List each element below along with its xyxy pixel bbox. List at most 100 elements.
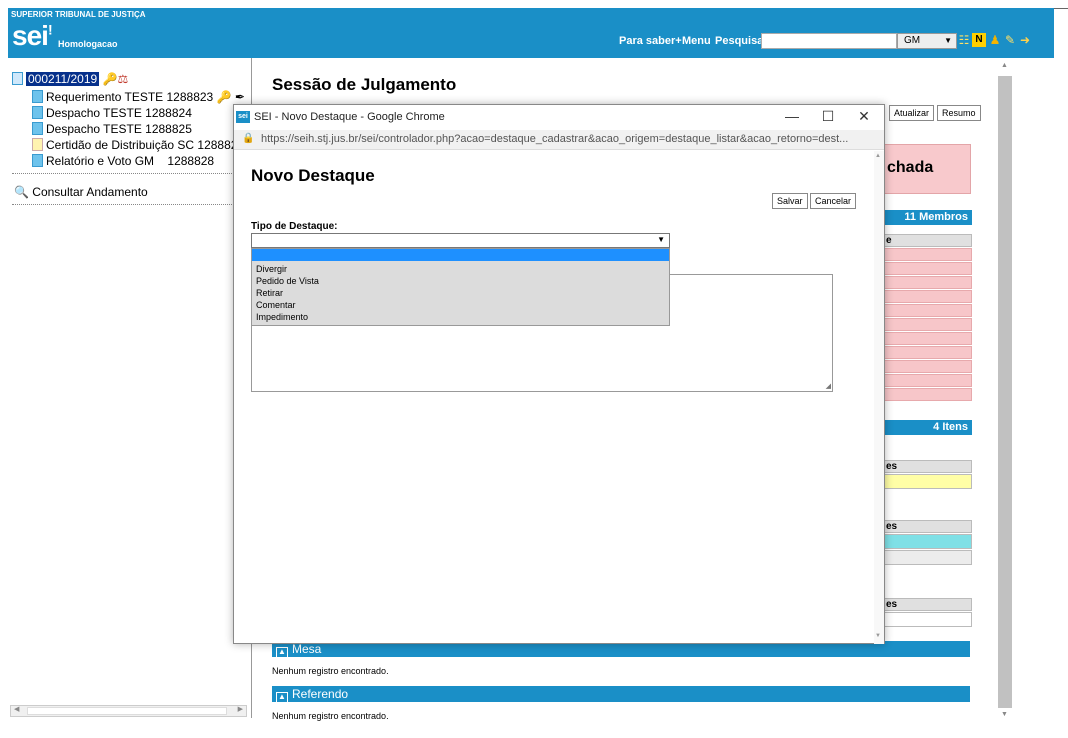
- user-icon[interactable]: ♟: [988, 33, 1002, 47]
- empty-message: Nenhum registro encontrado.: [272, 711, 389, 721]
- empty-message: Nenhum registro encontrado.: [272, 666, 389, 676]
- item-row: [884, 550, 972, 565]
- collapse-icon[interactable]: ▲: [276, 692, 288, 703]
- unit-select[interactable]: GM ▼: [897, 33, 957, 49]
- sei-logo[interactable]: sei!: [12, 20, 53, 52]
- member-row: [884, 374, 972, 387]
- scroll-down-icon[interactable]: ▼: [1001, 711, 1008, 718]
- highlight-type-options: Divergir Pedido de Vista Retirar Comenta…: [251, 248, 670, 326]
- sei-favicon: sei: [236, 111, 250, 123]
- tree-item[interactable]: Relatório e Voto GM 1288828: [32, 154, 214, 168]
- magnifier-icon: 🔍: [14, 185, 29, 199]
- member-row: [884, 290, 972, 303]
- notification-icon[interactable]: N: [972, 33, 986, 47]
- member-row: [884, 304, 972, 317]
- option-retirar[interactable]: Retirar: [252, 287, 669, 299]
- window-title: SEI - Novo Destaque - Google Chrome: [254, 111, 445, 123]
- column-header: es: [884, 520, 972, 533]
- tree-item[interactable]: Certidão de Distribuição SC 128882: [32, 138, 237, 152]
- summary-button[interactable]: Resumo: [937, 105, 981, 121]
- divider: [12, 204, 248, 205]
- nav-menu[interactable]: Menu: [682, 35, 711, 47]
- horizontal-scrollbar[interactable]: ◀ ▶: [10, 705, 247, 717]
- scroll-up-icon[interactable]: ▲: [1001, 62, 1008, 69]
- tree-item[interactable]: Requerimento TESTE 1288823 🔑 ✒: [32, 90, 245, 104]
- tools-icon[interactable]: ✎: [1003, 33, 1017, 47]
- folder-icon: [12, 72, 23, 85]
- close-icon[interactable]: ✕: [854, 108, 874, 125]
- collapse-icon[interactable]: ▲: [276, 647, 288, 658]
- member-row: [884, 248, 972, 261]
- document-icon: [32, 90, 43, 103]
- dialog-title: Novo Destaque: [251, 166, 375, 185]
- exit-icon[interactable]: ➜: [1018, 33, 1032, 47]
- nav-para-saber[interactable]: Para saber+: [619, 35, 682, 47]
- lock-icon: 🔒: [242, 133, 255, 144]
- item-row: [884, 534, 972, 549]
- option-pedido-de-vista[interactable]: Pedido de Vista: [252, 275, 669, 287]
- section-referendo[interactable]: ▲ Referendo: [272, 686, 970, 703]
- dialog-titlebar[interactable]: sei SEI - Novo Destaque - Google Chrome …: [234, 105, 884, 130]
- members-header: 11 Membros: [884, 210, 972, 225]
- highlight-type-label: Tipo de Destaque:: [251, 221, 338, 232]
- scroll-down-icon[interactable]: ▼: [875, 633, 881, 639]
- page-title: Sessão de Julgamento: [272, 75, 457, 94]
- document-icon: [32, 106, 43, 119]
- search-input[interactable]: [761, 33, 897, 49]
- tree-item[interactable]: Despacho TESTE 1288824: [32, 106, 192, 120]
- judge-icon: ⚖: [117, 72, 129, 86]
- minimize-icon[interactable]: —: [782, 108, 802, 124]
- org-name: SUPERIOR TRIBUNAL DE JUSTIÇA: [11, 10, 146, 19]
- member-row: [884, 346, 972, 359]
- scroll-thumb[interactable]: [27, 707, 227, 715]
- window-edge: [1054, 8, 1068, 9]
- consult-link[interactable]: 🔍 Consultar Andamento: [14, 185, 148, 199]
- item-row: [884, 474, 972, 489]
- member-row: [884, 388, 972, 401]
- column-header: es: [884, 598, 972, 611]
- session-status: chada: [884, 144, 971, 194]
- maximize-icon[interactable]: ☐: [818, 108, 838, 125]
- pen-icon: ✒: [234, 90, 245, 104]
- save-button[interactable]: Salvar: [772, 193, 808, 209]
- option-divergir[interactable]: Divergir: [252, 263, 669, 275]
- members-column-header: e: [884, 234, 972, 247]
- vertical-scrollbar[interactable]: ▲ ▼: [998, 62, 1012, 722]
- address-bar[interactable]: 🔒 https://seih.stj.jus.br/sei/controlado…: [234, 130, 884, 150]
- key-icon: 🔑: [102, 72, 118, 86]
- option-impedimento[interactable]: Impedimento: [252, 311, 669, 323]
- column-header: es: [884, 460, 972, 473]
- member-row: [884, 262, 972, 275]
- key-icon: 🔑: [216, 90, 232, 104]
- scroll-thumb[interactable]: [998, 76, 1012, 708]
- environment-label: Homologacao: [58, 39, 118, 49]
- update-button[interactable]: Atualizar: [889, 105, 935, 121]
- document-icon: [32, 122, 43, 135]
- dialog-scrollbar[interactable]: ▲ ▼: [874, 151, 884, 644]
- cancel-button[interactable]: Cancelar: [810, 193, 857, 209]
- process-tree: 000211/2019 🔑⚖ Requerimento TESTE 128882…: [8, 58, 252, 718]
- list-icon[interactable]: ☷: [957, 33, 971, 47]
- scroll-left-icon[interactable]: ◀: [14, 705, 19, 713]
- member-row: [884, 318, 972, 331]
- dialog-body: Novo Destaque Salvar Cancelar Tipo de De…: [234, 151, 874, 644]
- chevron-down-icon: ▼: [657, 235, 665, 244]
- tree-process[interactable]: 000211/2019 🔑⚖: [12, 72, 128, 86]
- member-row: [884, 276, 972, 289]
- app-header: SUPERIOR TRIBUNAL DE JUSTIÇA sei! Homolo…: [8, 8, 1054, 58]
- highlight-type-select[interactable]: ▼: [251, 233, 670, 248]
- url-text[interactable]: https://seih.stj.jus.br/sei/controlador.…: [261, 133, 848, 145]
- nav-pesquisa[interactable]: Pesquisa: [715, 35, 763, 47]
- resize-grip-icon[interactable]: ◢: [826, 382, 831, 390]
- option-empty[interactable]: [252, 249, 669, 261]
- document-icon: [32, 154, 43, 167]
- scroll-up-icon[interactable]: ▲: [875, 153, 881, 159]
- divider: [12, 173, 248, 174]
- member-row: [884, 332, 972, 345]
- scroll-right-icon[interactable]: ▶: [238, 705, 243, 713]
- item-row: [884, 612, 972, 627]
- new-highlight-dialog: sei SEI - Novo Destaque - Google Chrome …: [233, 104, 885, 644]
- tree-item[interactable]: Despacho TESTE 1288825: [32, 122, 192, 136]
- member-row: [884, 360, 972, 373]
- option-comentar[interactable]: Comentar: [252, 299, 669, 311]
